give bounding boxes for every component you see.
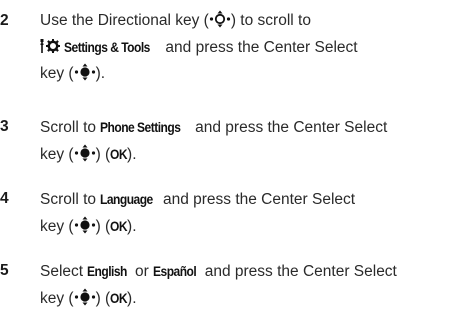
step-line: key ( ) (OK). xyxy=(40,285,464,312)
step-line: Scroll to Phone Settings and press the C… xyxy=(40,114,464,141)
step-text: Scroll to Language and press the Center … xyxy=(40,186,464,240)
step-number: 5 xyxy=(0,262,9,279)
text-run: and press the Center Select xyxy=(190,119,388,136)
text-run: ). xyxy=(127,218,137,235)
text-run: key ( xyxy=(40,65,74,82)
step-line: Settings & Tools and press the Center Se… xyxy=(40,34,464,61)
text-run: or xyxy=(130,263,154,280)
menu-label: Settings & Tools xyxy=(64,39,151,55)
softkey-label: OK xyxy=(110,146,128,162)
option-label-espanol: Español xyxy=(153,263,197,279)
step-text: Scroll to Phone Settings and press the C… xyxy=(40,114,464,168)
text-run: ) to scroll to xyxy=(230,12,311,29)
step-line: key ( ) (OK). xyxy=(40,213,464,240)
instruction-page: 2 Use the Directional key ( ) to scroll … xyxy=(0,0,466,327)
menu-item-label: Language xyxy=(100,191,154,207)
step-line: Scroll to Language and press the Center … xyxy=(40,186,464,213)
step-line: Select English or Español and press the … xyxy=(40,258,464,285)
step-number: 4 xyxy=(0,190,9,207)
center-select-key-icon xyxy=(74,216,95,234)
text-run: ). xyxy=(95,65,106,82)
text-run: ). xyxy=(127,290,137,307)
center-select-key-icon xyxy=(74,288,95,306)
center-select-key-icon xyxy=(74,63,95,81)
text-run: and press the Center Select xyxy=(158,191,356,208)
text-run: Scroll to xyxy=(40,191,101,208)
settings-tools-icon xyxy=(40,39,60,53)
step-number: 3 xyxy=(0,118,9,135)
text-run: ). xyxy=(127,146,137,163)
text-run: Select xyxy=(40,263,88,280)
text-run: Use the Directional key ( xyxy=(40,12,209,29)
text-run: and press the Center Select xyxy=(161,39,358,56)
text-run: ) ( xyxy=(95,290,111,307)
menu-item-label: Phone Settings xyxy=(100,119,181,135)
directional-key-icon xyxy=(209,10,230,28)
center-select-key-icon xyxy=(74,144,95,162)
step-line: key ( ). xyxy=(40,61,464,87)
step-text: Select English or Español and press the … xyxy=(40,258,464,312)
text-run: and press the Center Select xyxy=(200,263,397,280)
text-run: ) ( xyxy=(95,218,111,235)
text-run: Scroll to xyxy=(40,119,101,136)
text-run: key ( xyxy=(40,218,74,235)
step-text: Use the Directional key ( ) to scroll to xyxy=(40,8,464,87)
step-line: Use the Directional key ( ) to scroll to xyxy=(40,8,464,34)
step-line: key ( ) (OK). xyxy=(40,141,464,168)
softkey-label: OK xyxy=(110,218,128,234)
softkey-label: OK xyxy=(110,290,128,306)
text-run: ) ( xyxy=(95,146,111,163)
text-run: key ( xyxy=(40,146,74,163)
step-number: 2 xyxy=(0,12,9,29)
option-label-english: English xyxy=(87,263,128,279)
text-run: key ( xyxy=(40,290,74,307)
